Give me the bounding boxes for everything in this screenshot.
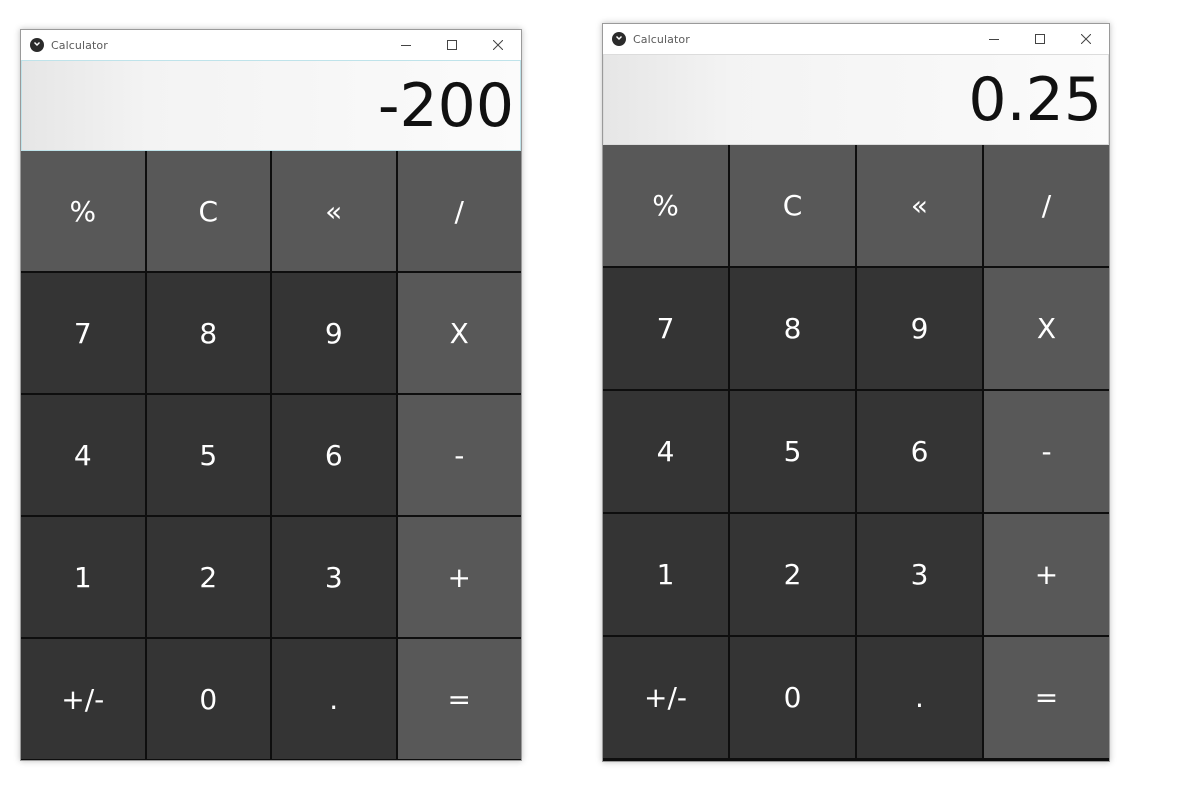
digit-9-button[interactable]: 9 (272, 273, 396, 393)
close-button[interactable] (475, 30, 521, 60)
percent-button[interactable]: % (603, 145, 728, 266)
close-icon (1081, 34, 1091, 44)
digit-0-button[interactable]: 0 (146, 639, 270, 759)
backspace-button[interactable]: « (272, 151, 396, 271)
decimal-button[interactable]: . (272, 639, 396, 759)
digit-7-button[interactable]: 7 (603, 268, 728, 389)
keypad: % C «/ 7 8 9 X 4 5 6- 1 2 3 + +/- 0. = (21, 151, 521, 759)
subtract-button[interactable]: - (397, 395, 521, 515)
subtract-button[interactable]: - (984, 391, 1109, 512)
minimize-icon (401, 45, 411, 46)
decimal-button[interactable]: . (857, 637, 982, 758)
maximize-icon (447, 40, 457, 50)
digit-5-button[interactable]: 5 (730, 391, 855, 512)
close-button[interactable] (1063, 24, 1109, 54)
divide-button[interactable]: / (984, 145, 1109, 266)
digit-3-button[interactable]: 3 (857, 514, 982, 635)
digit-5-button[interactable]: 5 (146, 395, 270, 515)
digit-1-button[interactable]: 1 (603, 514, 728, 635)
keypad: % C «/ 7 8 9 X 4 5 6- 1 2 3 + +/- 0. = (603, 145, 1109, 758)
equals-button[interactable]: = (397, 639, 521, 759)
minimize-button[interactable] (383, 30, 429, 60)
digit-8-button[interactable]: 8 (146, 273, 270, 393)
window-title: Calculator (633, 32, 690, 46)
calculator-window-2: Calculator 0.25 % C «/ 7 8 9 X 4 5 6- 1 2 3 + +/- 0. = (602, 23, 1110, 762)
negate-button[interactable]: +/- (603, 637, 728, 758)
backspace-button[interactable]: « (857, 145, 982, 266)
maximize-button[interactable] (1017, 24, 1063, 54)
kivy-logo-icon (30, 38, 44, 52)
title-bar[interactable]: Calculator (603, 24, 1109, 54)
digit-0-button[interactable]: 0 (730, 637, 855, 758)
minimize-icon (989, 39, 999, 40)
digit-2-button[interactable]: 2 (730, 514, 855, 635)
maximize-icon (1035, 34, 1045, 44)
digit-4-button[interactable]: 4 (603, 391, 728, 512)
digit-9-button[interactable]: 9 (857, 268, 982, 389)
window-controls (383, 30, 521, 60)
digit-6-button[interactable]: 6 (272, 395, 396, 515)
add-button[interactable]: + (984, 514, 1109, 635)
result-display[interactable]: -200 (21, 60, 521, 151)
digit-2-button[interactable]: 2 (146, 517, 270, 637)
title-bar[interactable]: Calculator (21, 30, 521, 60)
add-button[interactable]: + (397, 517, 521, 637)
digit-3-button[interactable]: 3 (272, 517, 396, 637)
kivy-logo-icon (612, 32, 626, 46)
digit-6-button[interactable]: 6 (857, 391, 982, 512)
digit-8-button[interactable]: 8 (730, 268, 855, 389)
percent-button[interactable]: % (21, 151, 145, 271)
minimize-button[interactable] (971, 24, 1017, 54)
multiply-button[interactable]: X (984, 268, 1109, 389)
digit-1-button[interactable]: 1 (21, 517, 145, 637)
divide-button[interactable]: / (397, 151, 521, 271)
window-title: Calculator (51, 38, 108, 52)
window-controls (971, 24, 1109, 54)
digit-4-button[interactable]: 4 (21, 395, 145, 515)
maximize-button[interactable] (429, 30, 475, 60)
result-display[interactable]: 0.25 (603, 54, 1109, 145)
clear-button[interactable]: C (146, 151, 270, 271)
digit-7-button[interactable]: 7 (21, 273, 145, 393)
clear-button[interactable]: C (730, 145, 855, 266)
close-icon (493, 40, 503, 50)
calculator-window-1: Calculator -200 % C «/ 7 8 9 X 4 5 6- 1 2 3 + +/- 0. = (20, 29, 522, 761)
multiply-button[interactable]: X (397, 273, 521, 393)
negate-button[interactable]: +/- (21, 639, 145, 759)
equals-button[interactable]: = (984, 637, 1109, 758)
